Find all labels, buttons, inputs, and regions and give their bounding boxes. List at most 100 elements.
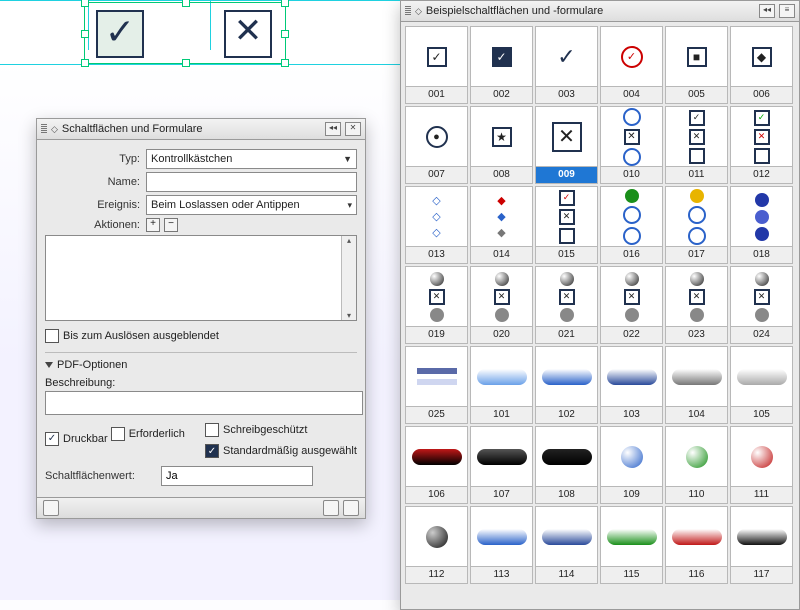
panel-header[interactable]: ◇ Schaltflächen und Formulare ◂◂ ✕ <box>37 119 365 140</box>
sample-preview <box>666 187 727 246</box>
sample-item-024[interactable]: ✕024 <box>730 266 793 344</box>
sample-preview: ✕ <box>731 267 792 326</box>
sample-item-115[interactable]: 115 <box>600 506 663 584</box>
sample-preview: ■ <box>666 27 727 86</box>
sample-item-108[interactable]: 108 <box>535 426 598 504</box>
sample-preview <box>666 347 727 406</box>
buttons-and-forms-panel[interactable]: ◇ Schaltflächen und Formulare ◂◂ ✕ Typ: … <box>36 118 366 519</box>
checkbox-box: ✓ <box>205 444 219 458</box>
sample-preview: ✕ <box>536 107 597 166</box>
close-icon[interactable]: ✕ <box>345 122 361 136</box>
sample-item-105[interactable]: 105 <box>730 346 793 424</box>
sample-id-label: 115 <box>601 566 662 583</box>
schreibgeschuetzt-checkbox[interactable]: Schreibgeschützt <box>205 423 307 437</box>
panel-header[interactable]: ◇ Beispielschaltflächen und -formulare ◂… <box>401 1 799 22</box>
sample-item-112[interactable]: 112 <box>405 506 468 584</box>
sample-id-label: 012 <box>731 166 792 183</box>
sample-id-label: 004 <box>601 86 662 103</box>
sample-item-113[interactable]: 113 <box>470 506 533 584</box>
sample-item-011[interactable]: ✓✕011 <box>665 106 728 184</box>
sample-item-012[interactable]: ✓✕012 <box>730 106 793 184</box>
hide-until-trigger-checkbox[interactable]: Bis zum Auslösen ausgeblendet <box>45 329 219 343</box>
schaltflaechenwert-input[interactable] <box>161 466 313 486</box>
sample-item-020[interactable]: ✕020 <box>470 266 533 344</box>
sample-item-116[interactable]: 116 <box>665 506 728 584</box>
sample-item-010[interactable]: ✕010 <box>600 106 663 184</box>
convert-icon[interactable] <box>323 500 339 516</box>
sample-preview: ✕ <box>601 107 662 166</box>
standard-checkbox[interactable]: ✓ Standardmäßig ausgewählt <box>205 444 357 458</box>
sample-item-101[interactable]: 101 <box>470 346 533 424</box>
sample-item-103[interactable]: 103 <box>600 346 663 424</box>
sample-item-106[interactable]: 106 <box>405 426 468 504</box>
sample-item-015[interactable]: ✓✕015 <box>535 186 598 264</box>
beschreibung-input[interactable] <box>45 391 363 415</box>
druckbar-checkbox[interactable]: ✓Druckbar <box>45 432 108 446</box>
sample-item-009[interactable]: ✕009 <box>535 106 598 184</box>
sample-item-014[interactable]: ◆◆◆014 <box>470 186 533 264</box>
sample-preview <box>731 347 792 406</box>
sample-item-021[interactable]: ✕021 <box>535 266 598 344</box>
sample-id-label: 022 <box>601 326 662 343</box>
menu-icon[interactable]: ≡ <box>779 4 795 18</box>
standard-label: Standardmäßig ausgewählt <box>223 445 357 457</box>
sample-item-109[interactable]: 109 <box>600 426 663 504</box>
sample-item-110[interactable]: 110 <box>665 426 728 504</box>
collapse-icon[interactable]: ◂◂ <box>325 122 341 136</box>
chevron-icon[interactable]: ◇ <box>51 124 58 135</box>
canvas-checkbox-checked[interactable]: ✓ <box>96 10 144 58</box>
sample-preview <box>406 427 467 486</box>
add-action-button[interactable]: + <box>146 218 160 232</box>
sample-id-label: 112 <box>406 566 467 583</box>
actions-list[interactable]: ▴▾ <box>45 235 357 321</box>
sample-id-label: 008 <box>471 166 532 183</box>
sample-preview: ✓ <box>406 27 467 86</box>
sample-item-114[interactable]: 114 <box>535 506 598 584</box>
sample-item-019[interactable]: ✕019 <box>405 266 468 344</box>
sample-item-001[interactable]: ✓001 <box>405 26 468 104</box>
name-label: Name: <box>45 176 140 188</box>
sample-preview: ✕ <box>601 267 662 326</box>
sample-id-label: 002 <box>471 86 532 103</box>
preview-icon[interactable] <box>43 500 59 516</box>
chevron-icon[interactable]: ◇ <box>415 6 422 17</box>
sample-item-006[interactable]: ◆006 <box>730 26 793 104</box>
sample-item-022[interactable]: ✕022 <box>600 266 663 344</box>
sample-id-label: 104 <box>666 406 727 423</box>
sample-preview: ✓✕ <box>536 187 597 246</box>
typ-select[interactable]: Kontrollkästchen▼ <box>146 149 357 169</box>
sample-item-017[interactable]: 017 <box>665 186 728 264</box>
sample-item-018[interactable]: 018 <box>730 186 793 264</box>
scroll-down-icon[interactable]: ▾ <box>347 311 351 320</box>
erforderlich-checkbox[interactable]: Erforderlich <box>111 427 185 441</box>
scroll-up-icon[interactable]: ▴ <box>347 236 351 245</box>
sample-item-004[interactable]: ✓004 <box>600 26 663 104</box>
sample-item-002[interactable]: ✓002 <box>470 26 533 104</box>
scrollbar[interactable]: ▴▾ <box>341 236 356 320</box>
sample-item-005[interactable]: ■005 <box>665 26 728 104</box>
trash-icon[interactable] <box>343 500 359 516</box>
collapse-icon[interactable]: ◂◂ <box>759 4 775 18</box>
sample-item-016[interactable]: 016 <box>600 186 663 264</box>
sample-item-008[interactable]: ★008 <box>470 106 533 184</box>
name-input[interactable] <box>146 172 357 192</box>
sample-item-102[interactable]: 102 <box>535 346 598 424</box>
sample-item-023[interactable]: ✕023 <box>665 266 728 344</box>
sample-item-104[interactable]: 104 <box>665 346 728 424</box>
sample-preview <box>471 347 532 406</box>
sample-item-111[interactable]: 111 <box>730 426 793 504</box>
ereignis-select[interactable]: Beim Loslassen oder Antippen▾ <box>146 195 357 215</box>
sample-preview: ✓ <box>601 27 662 86</box>
sample-item-107[interactable]: 107 <box>470 426 533 504</box>
remove-action-button[interactable]: − <box>164 218 178 232</box>
pdf-options-section-header[interactable]: PDF-Optionen <box>45 359 357 371</box>
sample-buttons-panel[interactable]: ◇ Beispielschaltflächen und -formulare ◂… <box>400 0 800 610</box>
sample-preview <box>406 347 467 406</box>
sample-item-003[interactable]: ✓003 <box>535 26 598 104</box>
sample-item-117[interactable]: 117 <box>730 506 793 584</box>
sample-item-013[interactable]: ◇◇◇013 <box>405 186 468 264</box>
sample-id-label: 023 <box>666 326 727 343</box>
canvas-checkbox-cross[interactable]: ✕ <box>224 10 272 58</box>
sample-item-007[interactable]: ●007 <box>405 106 468 184</box>
sample-item-025[interactable]: 025 <box>405 346 468 424</box>
